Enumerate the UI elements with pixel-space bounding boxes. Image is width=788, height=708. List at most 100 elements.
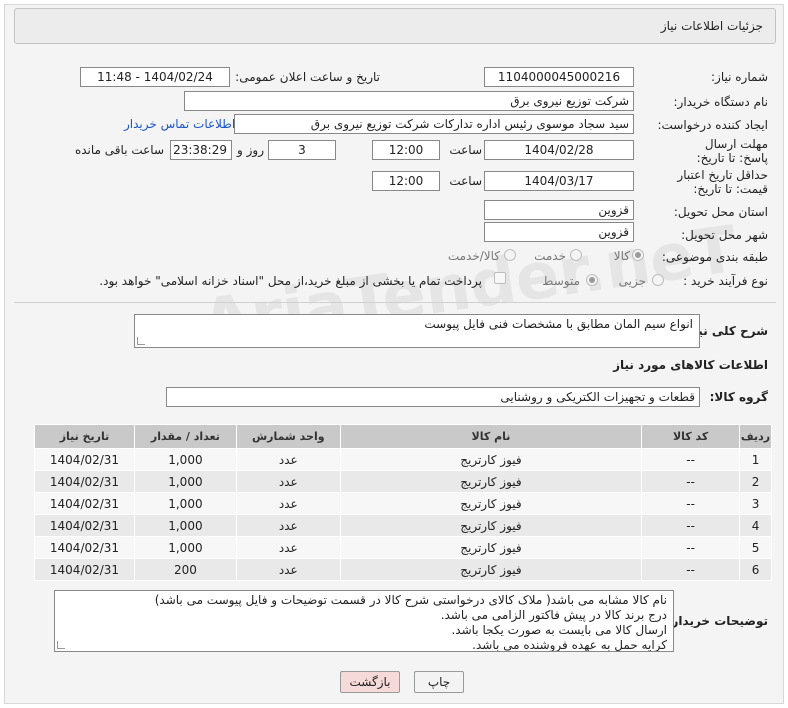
- reply-deadline-label: مهلت ارسال پاسخ: تا تاریخ:: [696, 137, 768, 165]
- cell-unit: عدد: [235, 536, 341, 559]
- process-radio-medium[interactable]: [586, 274, 598, 286]
- cell-row: 2: [739, 470, 772, 493]
- cell-date: 1404/02/31: [34, 448, 135, 471]
- remaining-time-field[interactable]: 23:38:29: [170, 140, 232, 160]
- province-label: استان محل تحویل:: [673, 205, 768, 219]
- cell-code: --: [641, 448, 741, 471]
- province-field[interactable]: قزوین: [484, 200, 634, 220]
- cell-name: فیوز کارتریج: [339, 536, 643, 559]
- description-text: انواع سیم المان مطابق با مشخصات فنی فایل…: [424, 317, 693, 331]
- cell-unit: عدد: [235, 514, 341, 537]
- cell-name: فیوز کارتریج: [339, 470, 643, 493]
- cell-code: --: [641, 514, 741, 537]
- cell-qty: 200: [133, 558, 237, 581]
- divider: [14, 302, 776, 303]
- remaining-time-label: ساعت باقی مانده: [74, 143, 164, 157]
- table-row[interactable]: 2 -- فیوز کارتریج عدد 1,000 1404/02/31: [34, 470, 772, 493]
- days-label: روز و: [237, 143, 264, 157]
- col-qty-header: تعداد / مقدار: [133, 424, 237, 449]
- process-minor-label: جزیی: [618, 274, 646, 288]
- category-label: طبقه بندی موضوعی:: [661, 250, 768, 264]
- table-row[interactable]: 4 -- فیوز کارتریج عدد 1,000 1404/02/31: [34, 514, 772, 537]
- validity-time-label: ساعت: [449, 174, 482, 188]
- validity-date-field[interactable]: 1404/03/17: [484, 171, 634, 191]
- reply-time-field[interactable]: 12:00: [372, 140, 440, 160]
- category-goods-label: کالا: [613, 249, 630, 263]
- resize-handle-icon[interactable]: [137, 337, 145, 345]
- cell-unit: عدد: [235, 470, 341, 493]
- goods-group-label: گروه کالا:: [709, 390, 768, 404]
- cell-unit: عدد: [235, 558, 341, 581]
- table-row[interactable]: 5 -- فیوز کارتریج عدد 1,000 1404/02/31: [34, 536, 772, 559]
- city-label: شهر محل تحویل:: [681, 228, 768, 242]
- cell-code: --: [641, 558, 741, 581]
- category-radio-goods[interactable]: [632, 249, 644, 261]
- requester-field[interactable]: سید سجاد موسوی رئیس اداره تدارکات شرکت ت…: [234, 114, 634, 134]
- cell-date: 1404/02/31: [34, 558, 135, 581]
- col-unit-header: واحد شمارش: [235, 424, 341, 449]
- cell-row: 5: [739, 536, 772, 559]
- announce-label: تاریخ و ساعت اعلان عمومی:: [235, 70, 380, 84]
- process-radio-minor[interactable]: [652, 274, 664, 286]
- table-row[interactable]: 3 -- فیوز کارتریج عدد 1,000 1404/02/31: [34, 492, 772, 515]
- announce-field[interactable]: 1404/02/24 - 11:48: [80, 67, 230, 87]
- cell-unit: عدد: [235, 448, 341, 471]
- need-number-field[interactable]: 1104000045000216: [484, 67, 634, 87]
- cell-name: فیوز کارتریج: [339, 514, 643, 537]
- cell-date: 1404/02/31: [34, 492, 135, 515]
- treasury-payment-note: پرداخت تمام یا بخشی از مبلغ خرید،از محل …: [99, 274, 482, 288]
- reply-time-label: ساعت: [449, 143, 482, 157]
- cell-code: --: [641, 536, 741, 559]
- table-header-row: ردیف کد کالا نام کالا واحد شمارش تعداد /…: [34, 424, 772, 449]
- print-button[interactable]: چاپ: [414, 671, 464, 693]
- col-name-header: نام کالا: [339, 424, 643, 449]
- cell-row: 1: [739, 448, 772, 471]
- cell-row: 6: [739, 558, 772, 581]
- cell-name: فیوز کارتریج: [339, 492, 643, 515]
- goods-group-field[interactable]: قطعات و تجهیزات الکتریکی و روشنایی: [166, 387, 700, 407]
- back-button[interactable]: بازگشت: [340, 671, 400, 693]
- table-row[interactable]: 1 -- فیوز کارتریج عدد 1,000 1404/02/31: [34, 448, 772, 471]
- process-medium-label: متوسط: [542, 274, 580, 288]
- cell-code: --: [641, 492, 741, 515]
- category-service-label: خدمت: [534, 249, 566, 263]
- cell-date: 1404/02/31: [34, 514, 135, 537]
- buyer-notes-label: توضیحات خریدار:: [666, 614, 768, 628]
- resize-handle-icon[interactable]: [57, 641, 65, 649]
- requester-label: ایجاد کننده درخواست:: [657, 118, 768, 132]
- buyer-notes-field[interactable]: نام کالا مشابه می باشد( ملاک کالای درخوا…: [54, 590, 674, 652]
- city-field[interactable]: قزوین: [484, 222, 634, 242]
- buyer-note-line: کرایه حمل به عهده فروشنده می باشد.: [472, 638, 667, 652]
- cell-date: 1404/02/31: [34, 470, 135, 493]
- reply-date-field[interactable]: 1404/02/28: [484, 140, 634, 160]
- goods-section-title: اطلاعات کالاهای مورد نیاز: [613, 358, 768, 372]
- category-goods-service-label: کالا/خدمت: [447, 249, 500, 263]
- treasury-payment-checkbox[interactable]: [494, 272, 506, 284]
- goods-table: ردیف کد کالا نام کالا واحد شمارش تعداد /…: [34, 424, 772, 581]
- cell-qty: 1,000: [133, 470, 237, 493]
- cell-qty: 1,000: [133, 492, 237, 515]
- cell-name: فیوز کارتریج: [339, 448, 643, 471]
- days-field[interactable]: 3: [268, 140, 336, 160]
- col-code-header: کد کالا: [641, 424, 741, 449]
- need-number-label: شماره نیاز:: [711, 70, 768, 84]
- category-radio-goods-service[interactable]: [504, 249, 516, 261]
- buyer-org-field[interactable]: شرکت توزیع نیروی برق: [184, 91, 634, 111]
- cell-qty: 1,000: [133, 514, 237, 537]
- buyer-note-line: ارسال کالا می بایست به صورت یکجا باشد.: [451, 623, 667, 637]
- buyer-org-label: نام دستگاه خریدار:: [673, 95, 769, 109]
- cell-qty: 1,000: [133, 448, 237, 471]
- description-field[interactable]: انواع سیم المان مطابق با مشخصات فنی فایل…: [134, 314, 700, 348]
- contact-info-link[interactable]: اطلاعات تماس خریدار: [124, 117, 235, 131]
- category-radio-service[interactable]: [570, 249, 582, 261]
- table-row[interactable]: 6 -- فیوز کارتریج عدد 200 1404/02/31: [34, 558, 772, 581]
- cell-row: 4: [739, 514, 772, 537]
- page-title: جزئیات اطلاعات نیاز: [660, 19, 763, 33]
- page-header: جزئیات اطلاعات نیاز: [14, 8, 776, 44]
- cell-row: 3: [739, 492, 772, 515]
- validity-time-field[interactable]: 12:00: [372, 171, 440, 191]
- col-row-header: ردیف: [739, 424, 772, 449]
- buyer-note-line: درج برند کالا در پیش فاکتور الزامی می با…: [440, 608, 667, 622]
- cell-qty: 1,000: [133, 536, 237, 559]
- process-type-label: نوع فرآیند خرید :: [683, 274, 768, 288]
